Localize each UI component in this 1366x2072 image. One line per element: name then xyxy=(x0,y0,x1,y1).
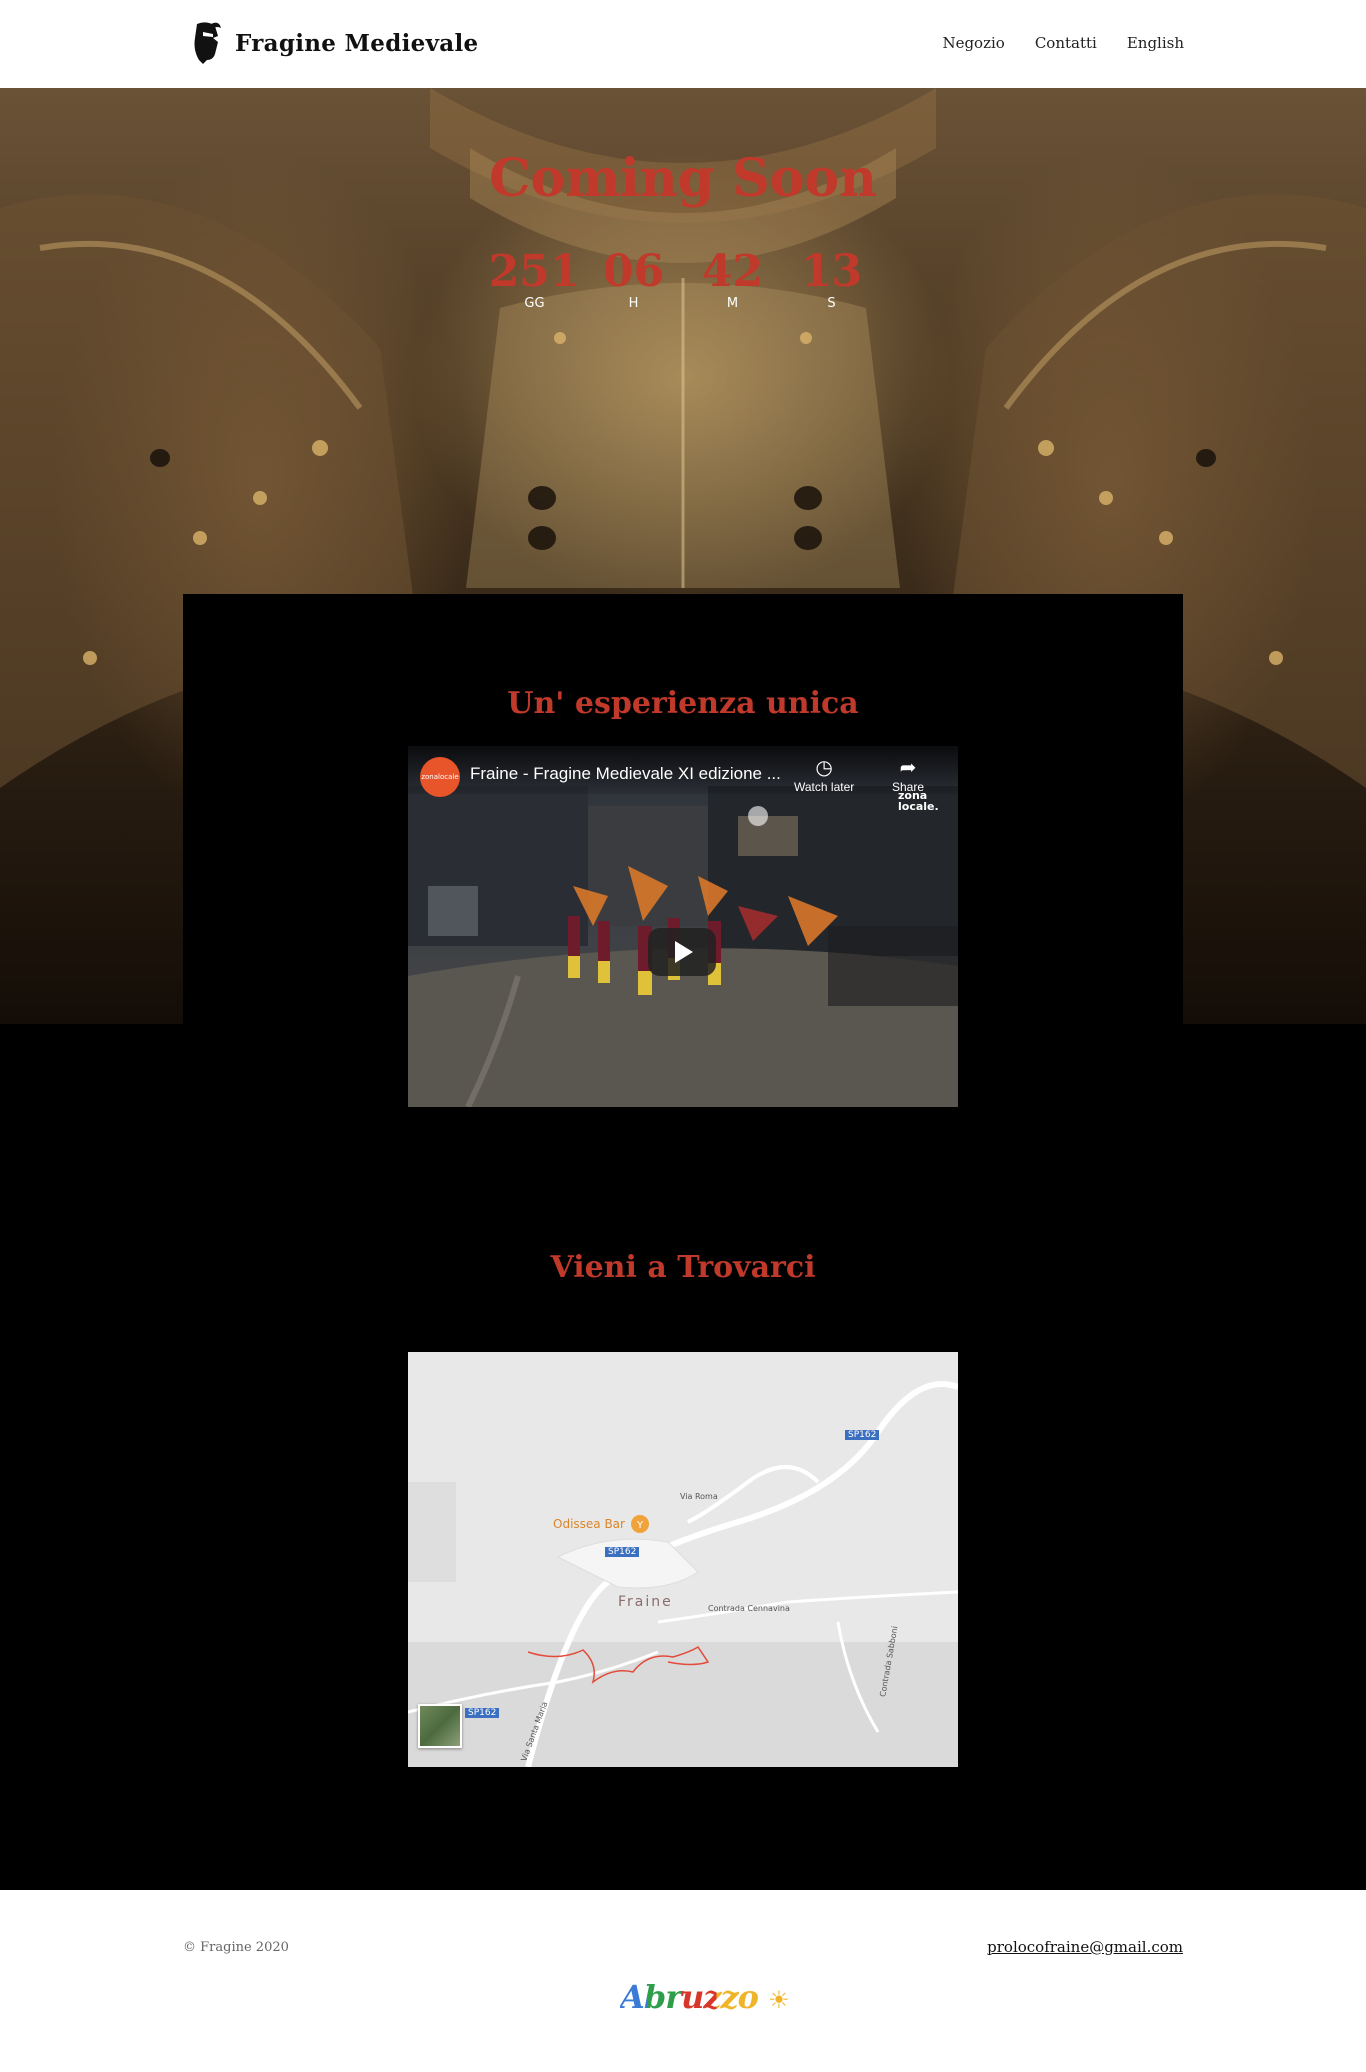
countdown-value: 251 xyxy=(488,246,581,297)
share-icon: ➦ xyxy=(899,757,917,779)
channel-watermark: zona locale. xyxy=(898,789,939,813)
knight-helmet-icon xyxy=(194,22,221,64)
clock-icon: ◷ xyxy=(815,757,833,779)
satellite-toggle-button[interactable] xyxy=(418,1704,462,1748)
countdown-value: 13 xyxy=(800,246,863,297)
watch-later-label: Watch later xyxy=(794,780,855,794)
map-place-label: Fraine xyxy=(618,1594,673,1610)
svg-text:Y: Y xyxy=(636,1520,644,1531)
countdown-label: H xyxy=(628,296,639,311)
main-nav: Negozio Contatti English xyxy=(942,34,1184,52)
sun-icon: ☀ xyxy=(768,1985,789,2014)
site-header: Fragine Medievale Negozio Contatti Engli… xyxy=(0,0,1366,89)
coming-soon-title: Coming Soon xyxy=(489,148,877,209)
section-title-experience: Un' esperienza unica xyxy=(507,686,859,721)
play-button[interactable] xyxy=(648,928,716,976)
countdown-label: GG xyxy=(524,296,545,311)
map-road-label: SP162 xyxy=(845,1430,880,1440)
brand[interactable]: Fragine Medievale xyxy=(191,20,478,66)
channel-avatar[interactable]: zonalocale xyxy=(420,757,460,797)
map-poi-label[interactable]: Odissea Bar xyxy=(553,1517,625,1531)
contact-email-link[interactable]: prolocofraine@gmail.com xyxy=(987,1938,1183,1956)
brand-title: Fragine Medievale xyxy=(235,29,479,57)
video-embed[interactable]: zonalocale Fraine - Fragine Medievale XI… xyxy=(408,746,958,1107)
nav-link-negozio[interactable]: Negozio xyxy=(942,34,1004,52)
section-title-find-us: Vieni a Trovarci xyxy=(550,1250,816,1285)
countdown-minutes: 42 M xyxy=(683,246,782,312)
countdown-timer: 251 GG 06 H 42 M 13 S xyxy=(0,246,1366,312)
map-canvas: Y xyxy=(408,1352,958,1767)
watch-later-button[interactable]: ◷ Watch later xyxy=(794,756,854,794)
map-road-label: SP162 xyxy=(465,1708,500,1718)
map-street-label: Contrada Cennavina xyxy=(708,1604,790,1613)
countdown-hours: 06 H xyxy=(584,246,683,312)
map-street-label: Via Roma xyxy=(680,1492,718,1501)
countdown-days: 251 GG xyxy=(485,246,584,312)
site-footer: © Fragine 2020 prolocofraine@gmail.com A… xyxy=(0,1890,1366,2072)
abruzzo-logo: Abruzzo ☀ xyxy=(620,1978,790,2016)
video-thumbnail xyxy=(408,786,958,1107)
map-road-label: SP162 xyxy=(605,1547,640,1557)
countdown-label: M xyxy=(726,296,739,311)
countdown-value: 42 xyxy=(701,246,764,297)
countdown-seconds: 13 S xyxy=(782,246,881,312)
play-icon xyxy=(675,941,693,963)
countdown-value: 06 xyxy=(602,246,665,297)
abruzzo-logo-text: Abruzzo xyxy=(620,1978,759,2016)
video-title[interactable]: Fraine - Fragine Medievale XI edizione .… xyxy=(470,764,781,784)
copyright-text: © Fragine 2020 xyxy=(183,1940,289,1955)
nav-link-contatti[interactable]: Contatti xyxy=(1035,34,1097,52)
map-embed[interactable]: Y Odissea Bar Fraine SP162 SP162 SP162 V… xyxy=(408,1352,958,1767)
countdown-label: S xyxy=(827,296,836,311)
nav-link-english[interactable]: English xyxy=(1127,34,1184,52)
